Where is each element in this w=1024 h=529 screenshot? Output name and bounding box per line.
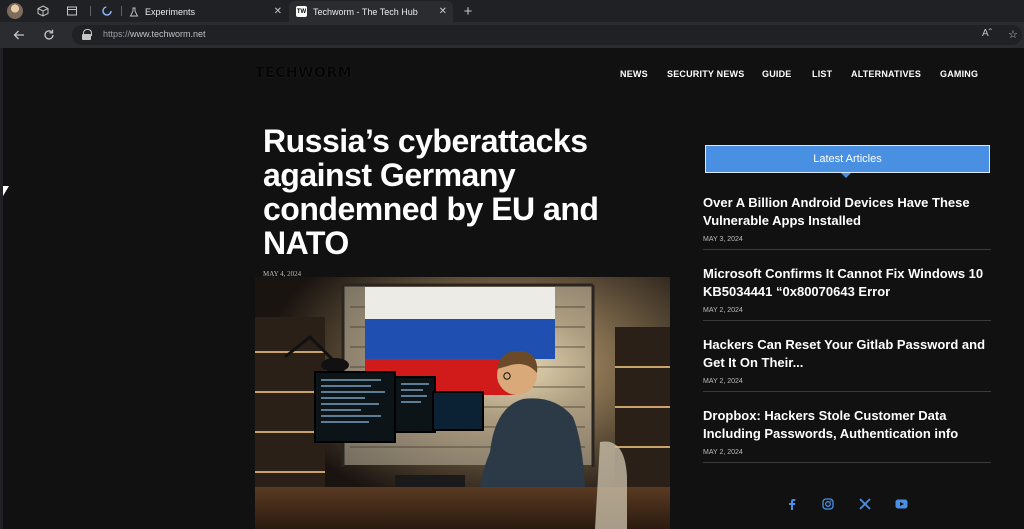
url-text[interactable]: https://www.techworm.net xyxy=(103,29,206,39)
latest-article-title[interactable]: Over A Billion Android Devices Have Thes… xyxy=(703,194,991,230)
close-tab-icon[interactable]: ✕ xyxy=(274,6,282,17)
divider xyxy=(703,462,991,463)
tab-label: Techworm - The Tech Hub xyxy=(313,6,418,17)
nav-alternatives[interactable]: ALTERNATIVES xyxy=(851,69,921,79)
lock-icon[interactable] xyxy=(82,29,92,40)
latest-article-title[interactable]: Dropbox: Hackers Stole Customer Data Inc… xyxy=(703,407,991,443)
workspaces-icon[interactable] xyxy=(35,3,51,19)
nav-news[interactable]: NEWS xyxy=(620,69,648,79)
close-tab-icon[interactable]: ✕ xyxy=(439,6,447,17)
profile-avatar[interactable] xyxy=(7,3,23,19)
title-line: against Germany xyxy=(263,157,516,193)
tab-experiments[interactable]: Experiments ✕ xyxy=(128,1,288,22)
article-hero-image xyxy=(255,277,670,529)
tab-label: Experiments xyxy=(145,6,196,17)
site-logo[interactable]: TECHWORM xyxy=(255,65,352,81)
facebook-icon[interactable] xyxy=(785,497,799,511)
instagram-icon[interactable] xyxy=(821,497,835,511)
nav-list[interactable]: LIST xyxy=(812,69,832,79)
favorite-star-icon[interactable]: ☆ xyxy=(1008,28,1018,41)
latest-article-title[interactable]: Microsoft Confirms It Cannot Fix Windows… xyxy=(703,265,991,301)
latest-article-item[interactable]: Dropbox: Hackers Stole Customer Data Inc… xyxy=(703,407,991,463)
refresh-icon[interactable] xyxy=(41,27,57,43)
youtube-icon[interactable] xyxy=(894,497,908,511)
latest-article-date: MAY 2, 2024 xyxy=(703,307,743,314)
article-title: Russia’s cyberattacks against Germany co… xyxy=(263,124,623,260)
tab-strip: Experiments ✕ TW Techworm - The Tech Hub… xyxy=(0,0,1024,22)
latest-article-title[interactable]: Hackers Can Reset Your Gitlab Password a… xyxy=(703,336,991,372)
nav-gaming[interactable]: GAMING xyxy=(940,69,978,79)
title-line: NATO xyxy=(263,225,349,261)
new-tab-button[interactable]: + xyxy=(460,3,476,20)
address-bar[interactable]: https://www.techworm.net Aˆ ☆ xyxy=(72,25,1022,45)
latest-article-date: MAY 3, 2024 xyxy=(703,236,743,243)
divider xyxy=(703,249,991,250)
latest-article-item[interactable]: Over A Billion Android Devices Have Thes… xyxy=(703,194,991,250)
tab-actions-icon[interactable] xyxy=(64,3,80,19)
tab-separator xyxy=(90,6,91,16)
latest-articles-heading: Latest Articles xyxy=(705,145,990,173)
divider xyxy=(703,320,991,321)
x-icon[interactable] xyxy=(858,497,872,511)
latest-article-date: MAY 2, 2024 xyxy=(703,378,743,385)
back-icon[interactable] xyxy=(11,27,27,43)
web-page: TECHWORM NEWS SECURITY NEWS GUIDE LIST A… xyxy=(3,48,1024,529)
browser-toolbar: https://www.techworm.net Aˆ ☆ xyxy=(0,22,1024,48)
nav-guide[interactable]: GUIDE xyxy=(762,69,792,79)
mouse-cursor-icon xyxy=(3,186,9,196)
read-aloud-icon[interactable]: Aˆ xyxy=(982,28,992,39)
flask-icon xyxy=(128,6,139,17)
latest-article-item[interactable]: Hackers Can Reset Your Gitlab Password a… xyxy=(703,336,991,392)
divider xyxy=(703,391,991,392)
latest-article-date: MAY 2, 2024 xyxy=(703,449,743,456)
latest-article-item[interactable]: Microsoft Confirms It Cannot Fix Windows… xyxy=(703,265,991,321)
tab-techworm[interactable]: TW Techworm - The Tech Hub ✕ xyxy=(289,1,453,22)
nav-security-news[interactable]: SECURITY NEWS xyxy=(667,69,744,79)
tab-separator xyxy=(121,6,122,16)
heading-pointer xyxy=(841,173,851,178)
title-line: Russia’s cyberattacks xyxy=(263,123,588,159)
loading-tab-icon[interactable] xyxy=(99,3,115,19)
title-line: condemned by EU and xyxy=(263,191,599,227)
techworm-favicon-icon: TW xyxy=(296,6,307,17)
